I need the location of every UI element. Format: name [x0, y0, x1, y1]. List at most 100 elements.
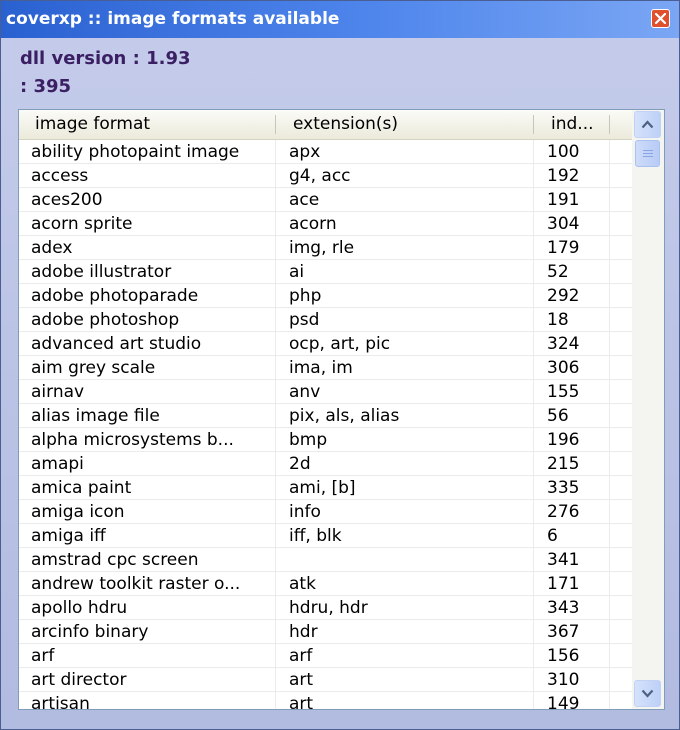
- list-row[interactable]: adobe photoparade php 292: [19, 284, 632, 308]
- format-cell: aces200: [31, 190, 103, 210]
- extension-cell: ocp, art, pic: [289, 334, 391, 354]
- extension-cell: info: [289, 502, 321, 522]
- extension-cell: bmp: [289, 430, 328, 450]
- format-cell: apollo hdru: [31, 598, 128, 618]
- scroll-thumb[interactable]: [635, 140, 660, 167]
- column-divider[interactable]: [275, 115, 276, 134]
- column-header-image-format[interactable]: image format: [35, 110, 150, 139]
- extension-cell: art: [289, 694, 314, 710]
- list-row[interactable]: artisan art 149: [19, 692, 632, 710]
- list-row[interactable]: amica paint ami, [b] 335: [19, 476, 632, 500]
- list-row[interactable]: airnav anv 155: [19, 380, 632, 404]
- index-cell: 149: [547, 694, 580, 710]
- index-cell: 324: [547, 334, 580, 354]
- index-cell: 156: [547, 646, 580, 666]
- format-cell: arf: [31, 646, 55, 666]
- list-row[interactable]: access g4, acc 192: [19, 164, 632, 188]
- list-row[interactable]: arcinfo binary hdr 367: [19, 620, 632, 644]
- format-cell: advanced art studio: [31, 334, 202, 354]
- format-cell: ability photopaint image: [31, 142, 240, 162]
- format-cell: amica paint: [31, 478, 132, 498]
- formats-list-view[interactable]: image format extension(s) ind... ability…: [18, 109, 665, 710]
- extension-cell: ima, im: [289, 358, 353, 378]
- extension-cell: psd: [289, 310, 320, 330]
- index-cell: 304: [547, 214, 580, 234]
- extension-cell: art: [289, 670, 314, 690]
- index-cell: 310: [547, 670, 580, 690]
- extension-cell: pix, als, alias: [289, 406, 400, 426]
- index-cell: 191: [547, 190, 580, 210]
- index-cell: 343: [547, 598, 580, 618]
- scroll-down-icon: [641, 689, 654, 698]
- extension-cell: arf: [289, 646, 313, 666]
- index-cell: 52: [547, 262, 569, 282]
- format-cell: andrew toolkit raster o...: [31, 574, 241, 594]
- format-cell: amapi: [31, 454, 84, 474]
- dialog-window: coverxp :: image formats available dll v…: [0, 0, 680, 730]
- grip-line: [643, 156, 653, 157]
- extension-cell: apx: [289, 142, 321, 162]
- close-button[interactable]: [651, 9, 670, 28]
- column-header-extensions[interactable]: extension(s): [293, 110, 398, 139]
- list-row[interactable]: acorn sprite acorn 304: [19, 212, 632, 236]
- grip-line: [643, 153, 653, 154]
- dialog-content: dll version : 1.93 : 395 image format ex…: [1, 38, 679, 729]
- format-cell: amiga iff: [31, 526, 106, 546]
- extension-cell: hdr: [289, 622, 318, 642]
- list-row[interactable]: amiga iff iff, blk 6: [19, 524, 632, 548]
- close-icon: [655, 13, 666, 24]
- list-row[interactable]: apollo hdru hdru, hdr 343: [19, 596, 632, 620]
- list-row[interactable]: aim grey scale ima, im 306: [19, 356, 632, 380]
- list-header: image format extension(s) ind...: [19, 110, 632, 140]
- column-divider[interactable]: [533, 115, 534, 134]
- format-count-text: : 395: [20, 76, 72, 97]
- list-row[interactable]: adobe illustrator ai 52: [19, 260, 632, 284]
- index-cell: 18: [547, 310, 569, 330]
- grip-line: [643, 150, 653, 151]
- list-row[interactable]: adex img, rle 179: [19, 236, 632, 260]
- index-cell: 171: [547, 574, 580, 594]
- title-bar[interactable]: coverxp :: image formats available: [1, 1, 679, 38]
- column-divider[interactable]: [609, 115, 610, 134]
- format-cell: adex: [31, 238, 73, 258]
- list-row[interactable]: andrew toolkit raster o... atk 171: [19, 572, 632, 596]
- scroll-up-button[interactable]: [634, 111, 661, 138]
- extension-cell: ai: [289, 262, 305, 282]
- list-row[interactable]: amstrad cpc screen 341: [19, 548, 632, 572]
- extension-cell: [289, 548, 529, 572]
- format-cell: amiga icon: [31, 502, 125, 522]
- format-cell: adobe photoshop: [31, 310, 180, 330]
- list-row[interactable]: arf arf 156: [19, 644, 632, 668]
- extension-cell: 2d: [289, 454, 311, 474]
- column-header-index[interactable]: ind...: [551, 110, 594, 139]
- list-row[interactable]: amiga icon info 276: [19, 500, 632, 524]
- list-row[interactable]: aces200 ace 191: [19, 188, 632, 212]
- list-row[interactable]: adobe photoshop psd 18: [19, 308, 632, 332]
- list-row[interactable]: alpha microsystems b... bmp 196: [19, 428, 632, 452]
- format-cell: amstrad cpc screen: [31, 550, 199, 570]
- format-cell: arcinfo binary: [31, 622, 149, 642]
- scroll-down-button[interactable]: [634, 680, 661, 707]
- list-row[interactable]: ability photopaint image apx 100: [19, 140, 632, 164]
- index-cell: 192: [547, 166, 580, 186]
- extension-cell: anv: [289, 382, 321, 402]
- format-cell: alias image file: [31, 406, 160, 426]
- list-row[interactable]: amapi 2d 215: [19, 452, 632, 476]
- extension-cell: img, rle: [289, 238, 355, 258]
- format-cell: aim grey scale: [31, 358, 156, 378]
- extension-cell: php: [289, 286, 322, 306]
- index-cell: 6: [547, 526, 558, 546]
- list-row[interactable]: advanced art studio ocp, art, pic 324: [19, 332, 632, 356]
- index-cell: 196: [547, 430, 580, 450]
- list-row[interactable]: alias image file pix, als, alias 56: [19, 404, 632, 428]
- format-cell: alpha microsystems b...: [31, 430, 234, 450]
- extension-cell: ace: [289, 190, 320, 210]
- format-cell: artisan: [31, 694, 90, 710]
- format-cell: art director: [31, 670, 127, 690]
- vertical-scrollbar[interactable]: [632, 110, 664, 709]
- list-row[interactable]: art director art 310: [19, 668, 632, 692]
- format-cell: access: [31, 166, 89, 186]
- index-cell: 367: [547, 622, 580, 642]
- index-cell: 341: [547, 550, 580, 570]
- index-cell: 292: [547, 286, 580, 306]
